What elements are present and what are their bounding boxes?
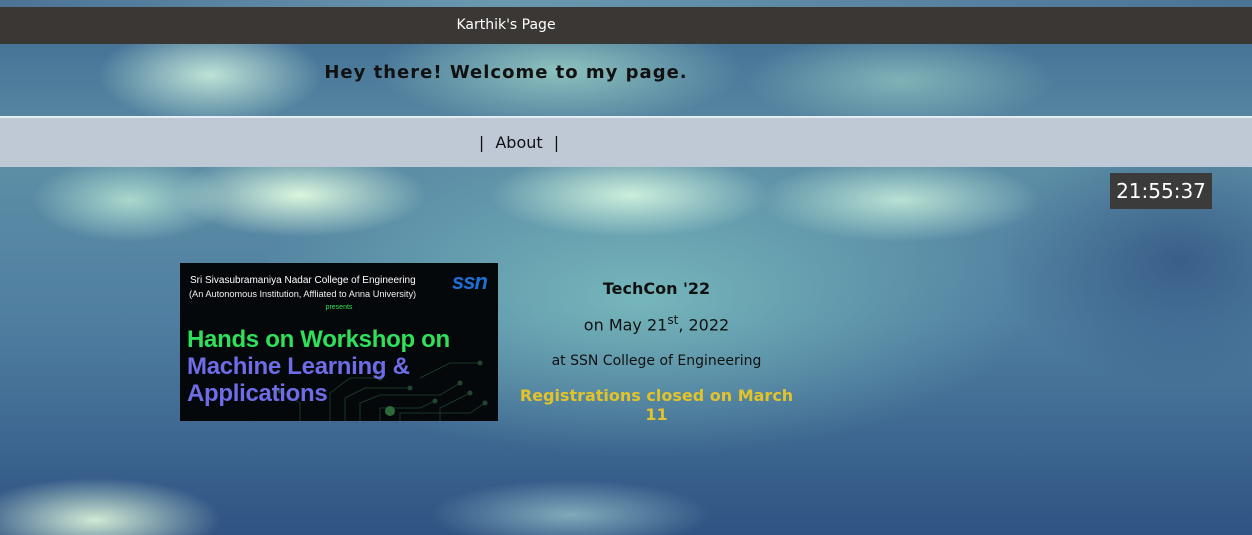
poster-heading-line3: Applications xyxy=(187,380,328,407)
event-venue: at SSN College of Engineering xyxy=(551,353,762,369)
workshop-poster: Sri Sivasubramaniya Nadar College of Eng… xyxy=(180,263,498,421)
nav-items: | About | xyxy=(0,118,1038,167)
event-date-year: , 2022 xyxy=(678,315,730,335)
poster-college-name: Sri Sivasubramaniya Nadar College of Eng… xyxy=(190,275,416,286)
page-title: Karthik's Page xyxy=(456,17,556,33)
ssn-logo: ssn xyxy=(452,269,488,294)
poster-heading-line1: Hands on Workshop on xyxy=(187,326,450,353)
nav-bar: | About | xyxy=(0,116,1252,167)
welcome-heading: Hey there! Welcome to my page. xyxy=(324,62,688,83)
poster-affiliation: (An Autonomous Institution, Affliated to… xyxy=(189,289,417,299)
title-bar: Karthik's Page xyxy=(0,7,1252,44)
nav-separator-left: | xyxy=(478,133,485,152)
event-date: on May 21st, 2022 xyxy=(506,313,807,334)
event-date-prefix: on May 21 xyxy=(583,315,668,335)
event-title: TechCon '22 xyxy=(602,279,711,298)
event-date-suffix: st xyxy=(667,313,679,327)
poster-heading-line2: Machine Learning & xyxy=(187,353,410,380)
top-strip xyxy=(0,0,1252,7)
poster-presents: presents xyxy=(325,304,353,311)
clock-display: 21:55:37 xyxy=(1110,173,1212,209)
nav-link-about[interactable]: About xyxy=(495,133,542,152)
registration-status: Registrations closed on March 11 xyxy=(519,386,794,424)
nav-separator-right: | xyxy=(553,133,560,152)
